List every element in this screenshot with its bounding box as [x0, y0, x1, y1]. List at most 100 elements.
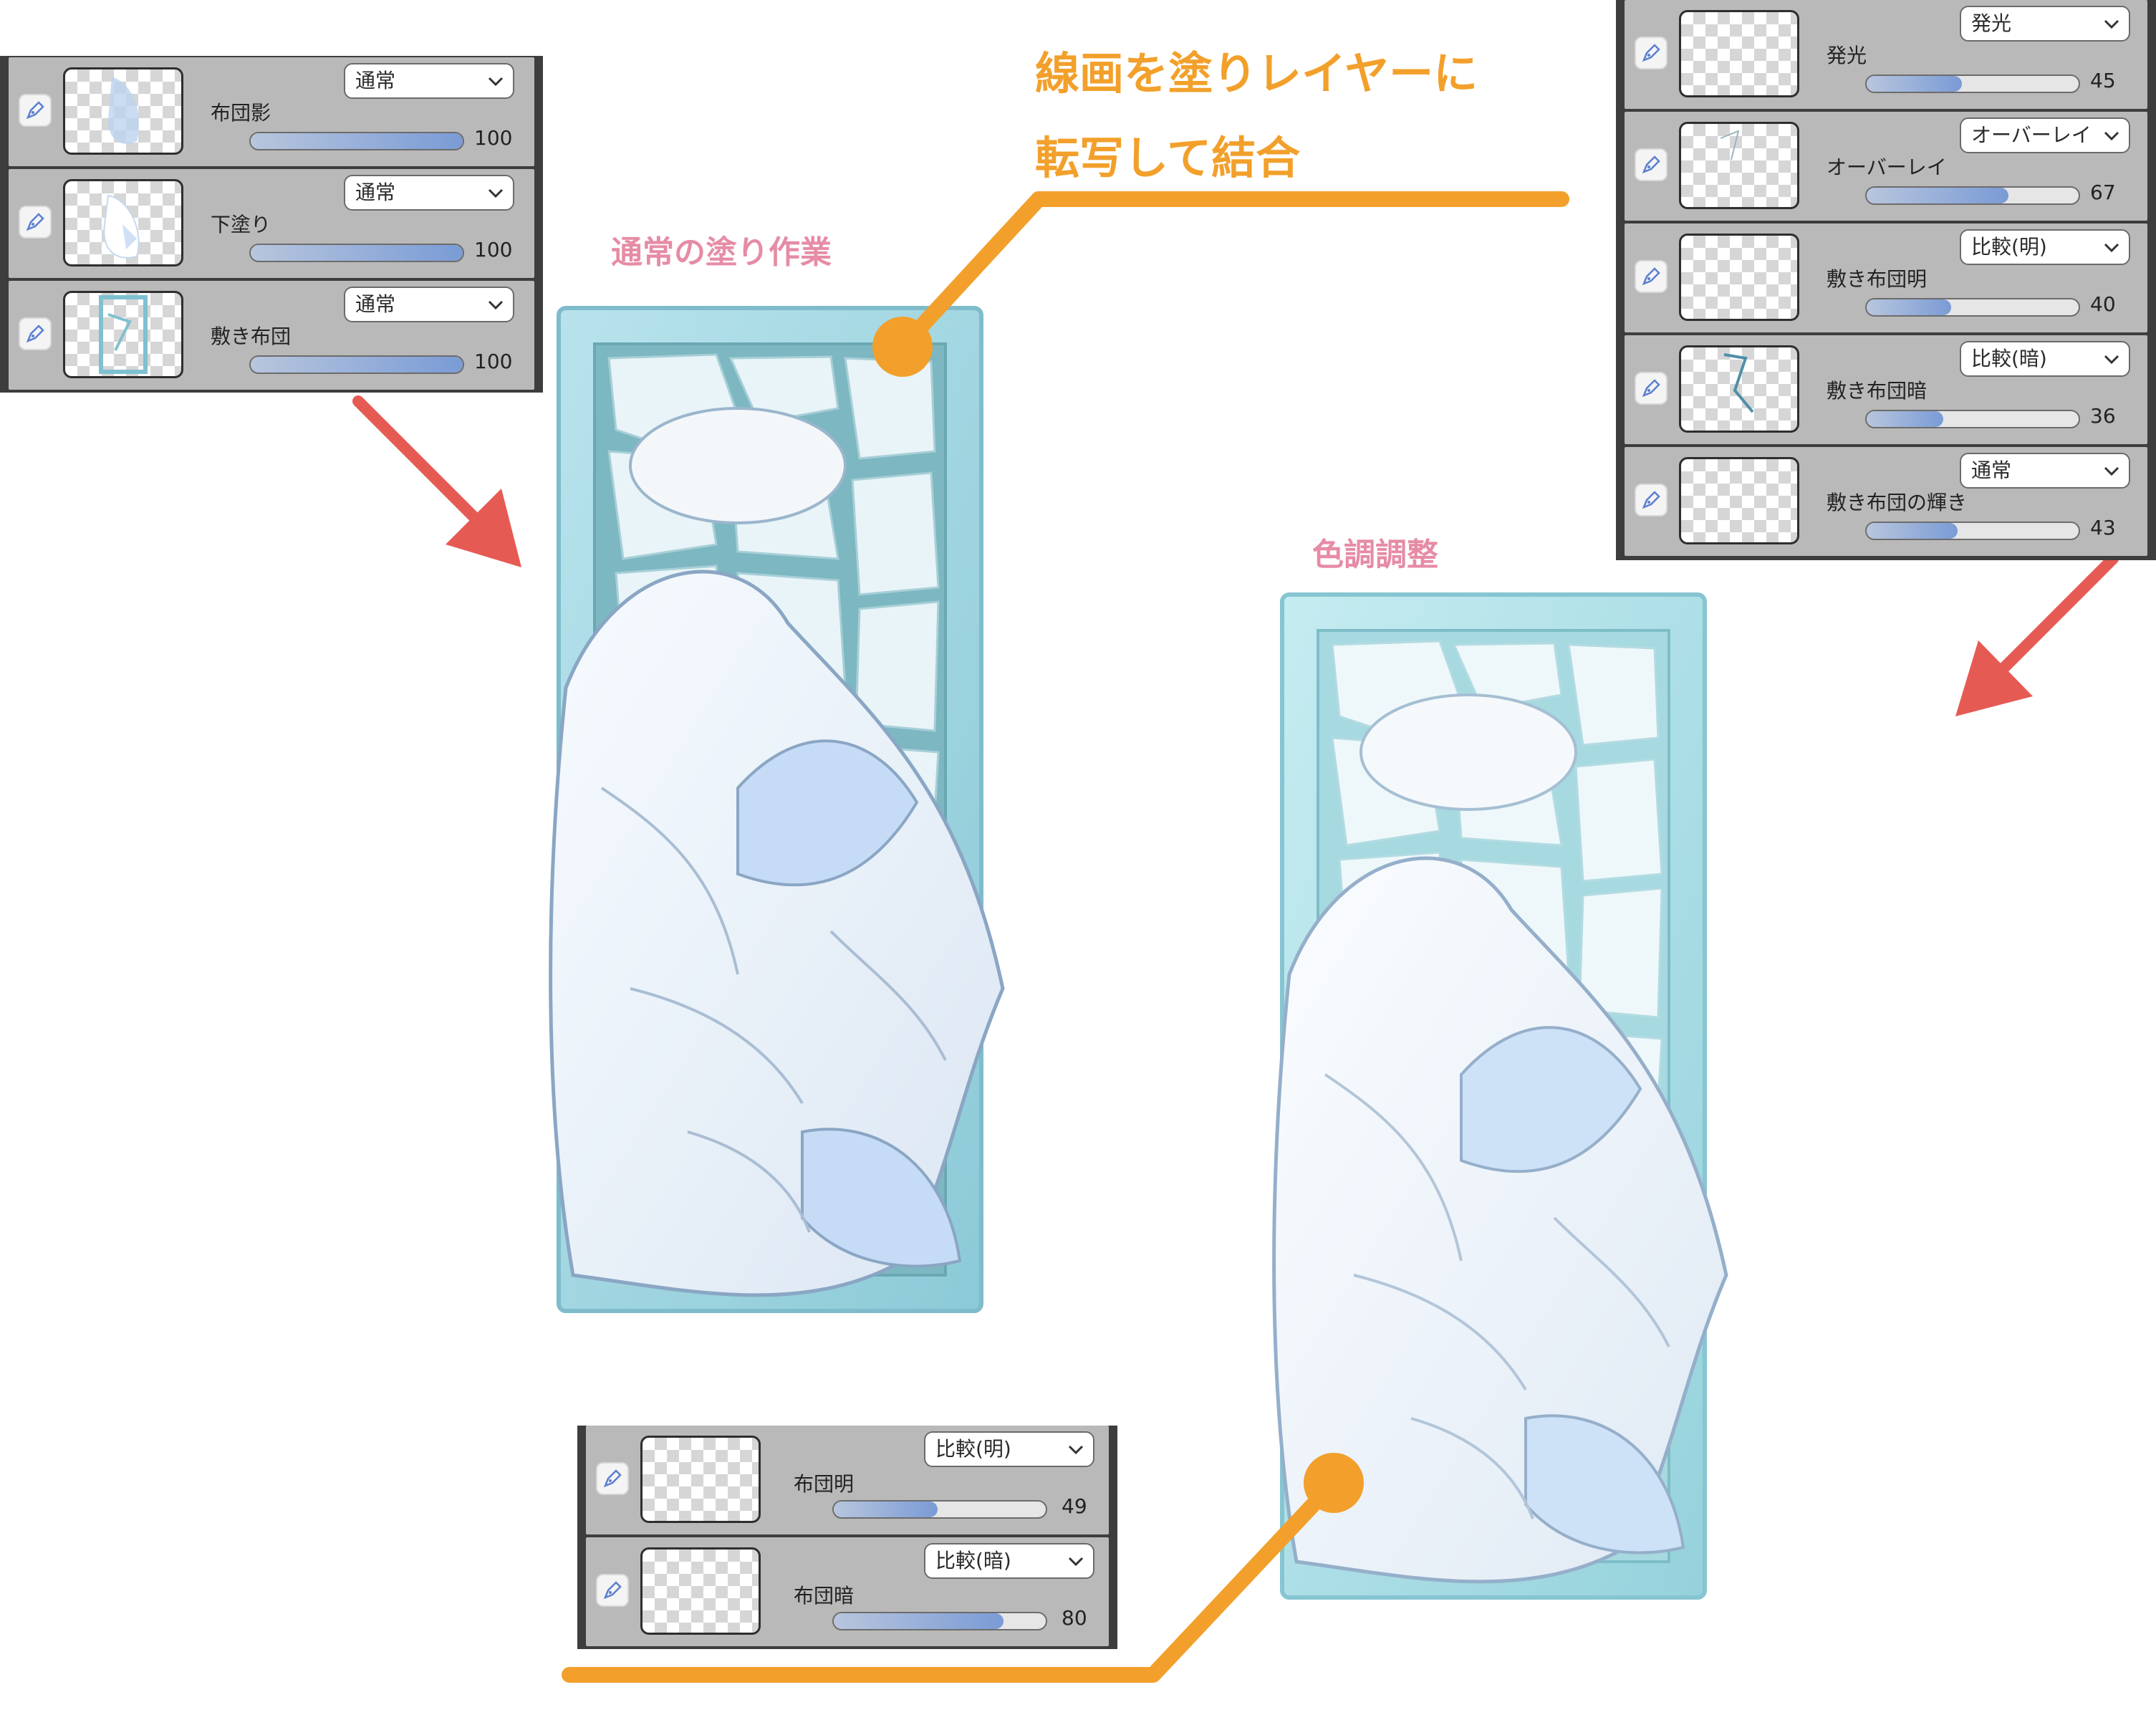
blend-mode-select[interactable]: 通常 — [344, 175, 514, 211]
layer-row-glow[interactable]: 発光 発光 45 — [1625, 0, 2147, 109]
opacity-slider[interactable] — [249, 132, 464, 150]
layer-thumbnail — [640, 1547, 761, 1635]
opacity-slider[interactable] — [1865, 75, 2080, 93]
layer-thumbnail — [1679, 345, 1799, 433]
blend-mode-select[interactable]: 比較(明) — [924, 1431, 1094, 1467]
layer-name: 下塗り — [211, 213, 271, 236]
chevron-down-icon — [1068, 1445, 1084, 1455]
layer-panel-top-left: 布団影 通常 100 下塗り 通常 100 敷き布団 通常 100 — [0, 56, 543, 393]
layer-name: 布団明 — [794, 1472, 855, 1496]
opacity-slider-fill — [1867, 188, 2009, 203]
opacity-value: 100 — [474, 126, 513, 150]
pen-icon[interactable] — [19, 317, 52, 350]
layer-row-futon-light[interactable]: 布団明 比較(明) 49 — [586, 1426, 1109, 1534]
layer-thumbnail — [640, 1436, 761, 1523]
opacity-slider-fill — [251, 357, 463, 373]
blend-mode-select[interactable]: 通常 — [1960, 453, 2130, 489]
chevron-down-icon — [488, 77, 504, 87]
opacity-value: 49 — [1062, 1494, 1087, 1518]
chevron-down-icon — [488, 188, 504, 198]
orange-callout-top — [872, 191, 1569, 377]
opacity-slider[interactable] — [1865, 298, 2080, 317]
layer-row-mattress[interactable]: 敷き布団 通常 100 — [9, 281, 534, 390]
layer-thumbnail — [63, 179, 183, 266]
layer-row-mattress-dark[interactable]: 敷き布団暗 比較(暗) 36 — [1625, 335, 2147, 444]
layer-row-futon-shadow[interactable]: 布団影 通常 100 — [9, 57, 534, 166]
red-arrow-right — [1955, 553, 2119, 716]
layer-thumbnail — [1679, 122, 1799, 209]
pen-icon[interactable] — [1635, 148, 1667, 181]
layer-row-futon-dark[interactable]: 布団暗 比較(暗) 80 — [586, 1537, 1109, 1646]
blend-mode-select[interactable]: 比較(明) — [1960, 229, 2130, 265]
pen-icon[interactable] — [19, 206, 52, 239]
chevron-down-icon — [2104, 355, 2119, 365]
pen-icon[interactable] — [1635, 372, 1667, 405]
opacity-value: 100 — [474, 350, 513, 373]
opacity-slider-fill — [251, 245, 463, 261]
chevron-down-icon — [488, 300, 504, 310]
label-normal-paint: 通常の塗り作業 — [611, 234, 832, 271]
pen-icon[interactable] — [596, 1462, 629, 1495]
chevron-down-icon — [2104, 466, 2119, 476]
opacity-slider-fill — [1867, 411, 1943, 427]
opacity-slider-fill — [834, 1502, 938, 1517]
pen-icon[interactable] — [596, 1574, 629, 1607]
opacity-value: 67 — [2090, 181, 2116, 204]
layer-name: 敷き布団の輝き — [1827, 491, 1968, 514]
label-lineart-line2: 転写して結合 — [1035, 132, 1301, 184]
opacity-slider[interactable] — [1865, 410, 2080, 428]
layer-thumbnail — [1679, 234, 1799, 321]
opacity-slider-fill — [1867, 299, 1952, 315]
layer-panel-bottom: 布団明 比較(明) 49 布団暗 比較(暗) 80 — [577, 1426, 1117, 1649]
layer-name: 敷き布団明 — [1827, 267, 1928, 291]
layer-panel-top-right: 発光 発光 45 オーバーレイ オーバーレイ 67 敷き布団明 比較(明) 40… — [1616, 0, 2156, 560]
label-tone-adjust: 色調調整 — [1312, 537, 1438, 573]
layer-name: 敷き布団暗 — [1827, 379, 1928, 403]
opacity-slider[interactable] — [249, 355, 464, 374]
opacity-slider[interactable] — [1865, 186, 2080, 205]
layer-row-base-color[interactable]: 下塗り 通常 100 — [9, 169, 534, 278]
blend-mode-select[interactable]: 通常 — [344, 63, 514, 99]
layer-name: 敷き布団 — [211, 325, 292, 348]
layer-thumbnail — [1679, 10, 1799, 97]
pen-icon[interactable] — [1635, 260, 1667, 293]
layer-thumbnail — [63, 291, 183, 378]
red-arrow-left — [352, 395, 521, 567]
pen-icon[interactable] — [1635, 37, 1667, 69]
opacity-value: 100 — [474, 238, 513, 261]
opacity-value: 80 — [1062, 1606, 1087, 1630]
layer-thumbnail — [63, 67, 183, 155]
opacity-slider-fill — [834, 1613, 1004, 1629]
blend-mode-select[interactable]: 発光 — [1960, 6, 2130, 42]
layer-name: 発光 — [1827, 44, 1867, 67]
blend-mode-select[interactable]: 通常 — [344, 287, 514, 322]
pen-icon[interactable] — [19, 94, 52, 127]
opacity-slider-fill — [251, 133, 463, 149]
opacity-slider[interactable] — [832, 1612, 1047, 1630]
blend-mode-select[interactable]: 比較(暗) — [924, 1543, 1094, 1579]
opacity-value: 43 — [2090, 516, 2116, 539]
layer-row-mattress-shine[interactable]: 敷き布団の輝き 通常 43 — [1625, 447, 2147, 556]
opacity-slider[interactable] — [249, 244, 464, 262]
layer-row-mattress-light[interactable]: 敷き布団明 比較(明) 40 — [1625, 224, 2147, 332]
label-lineart-line1: 線画を塗りレイヤーに — [1035, 47, 1478, 100]
opacity-slider-fill — [1867, 76, 1963, 92]
layer-thumbnail — [1679, 457, 1799, 544]
opacity-slider[interactable] — [832, 1500, 1047, 1519]
layer-name: 布団暗 — [794, 1584, 855, 1608]
layer-name: オーバーレイ — [1827, 155, 1947, 179]
opacity-slider[interactable] — [1865, 522, 2080, 540]
chevron-down-icon — [2104, 131, 2119, 141]
chevron-down-icon — [1068, 1557, 1084, 1567]
layer-name: 布団影 — [211, 101, 271, 125]
opacity-value: 45 — [2090, 69, 2116, 92]
layer-row-overlay[interactable]: オーバーレイ オーバーレイ 67 — [1625, 112, 2147, 221]
pen-icon[interactable] — [1635, 484, 1667, 517]
chevron-down-icon — [2104, 19, 2119, 29]
opacity-slider-fill — [1867, 523, 1958, 539]
blend-mode-select[interactable]: オーバーレイ — [1960, 117, 2130, 153]
blend-mode-select[interactable]: 比較(暗) — [1960, 341, 2130, 377]
chevron-down-icon — [2104, 243, 2119, 253]
opacity-value: 36 — [2090, 404, 2116, 428]
opacity-value: 40 — [2090, 292, 2116, 316]
